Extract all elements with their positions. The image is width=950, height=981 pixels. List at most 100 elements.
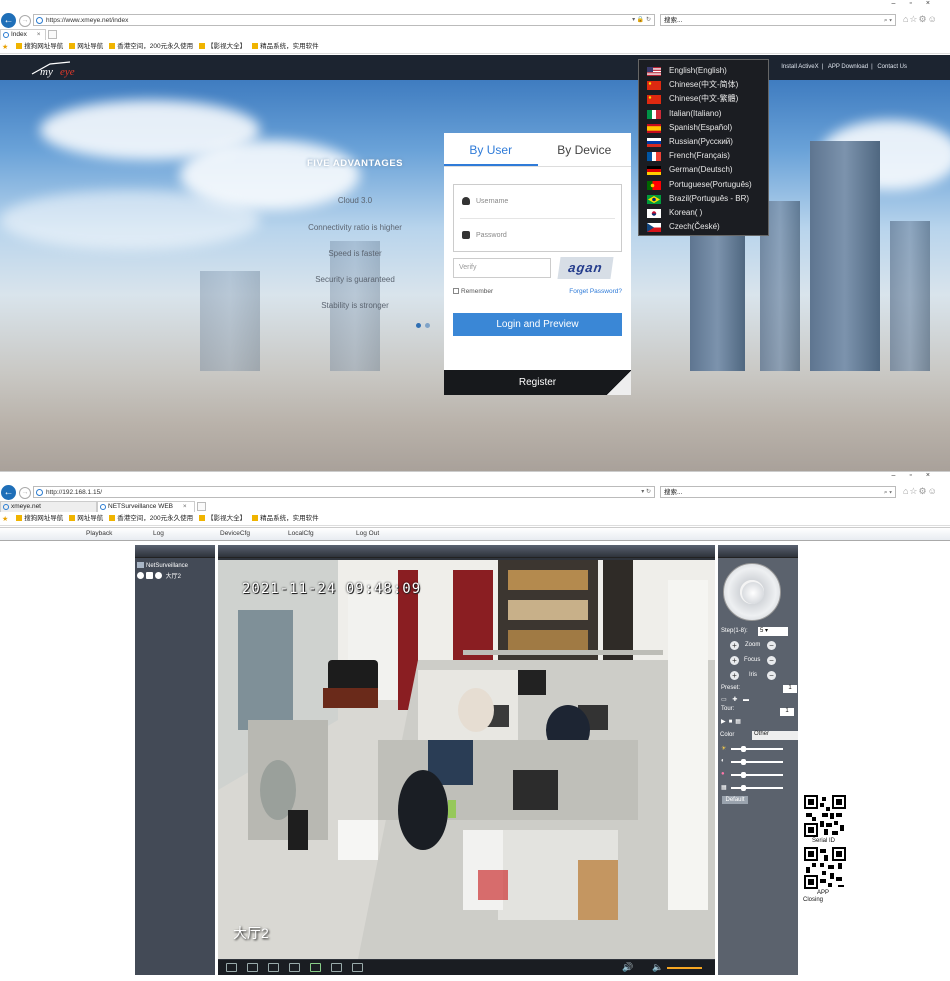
play-icon[interactable] xyxy=(155,572,162,579)
password-field[interactable]: Password xyxy=(460,218,615,251)
url-input[interactable]: http://192.168.1.15/ ▾ ↻ xyxy=(33,486,655,498)
toolbar-icons[interactable]: ⌂☆⚙☺ xyxy=(903,14,938,25)
ptz-center-button[interactable] xyxy=(742,582,764,604)
favorites-star-icon[interactable] xyxy=(2,40,10,53)
snapshot-icon[interactable] xyxy=(310,963,321,972)
search-icon[interactable]: ⌕ ▾ xyxy=(884,487,892,498)
step-select[interactable]: 5 ▾ xyxy=(758,627,788,636)
volume-slider[interactable] xyxy=(667,967,702,969)
search-icon[interactable]: ⌕ ▾ xyxy=(884,15,892,26)
preset-controls[interactable]: ▭ ✚ ▬ xyxy=(721,696,796,703)
fullscreen-icon[interactable] xyxy=(226,963,237,972)
channel-node[interactable]: 大厅2 xyxy=(137,572,213,583)
language-option[interactable]: Spanish(Español) xyxy=(639,121,768,135)
focus-out-icon[interactable]: − xyxy=(767,656,776,665)
menu-playback[interactable]: Playback xyxy=(86,528,112,540)
forward-icon[interactable]: → xyxy=(19,486,31,499)
device-node[interactable]: NetSurveillance xyxy=(137,561,213,572)
bookmark-item[interactable]: 精品系统，实用软件 xyxy=(252,40,319,53)
bookmark-item[interactable]: 香港空间，200元永久使用 xyxy=(109,512,193,525)
speaker-icon[interactable]: 🔊 xyxy=(622,962,633,973)
closing-link[interactable]: Closing xyxy=(803,897,823,903)
stop-icon[interactable] xyxy=(146,572,153,579)
mute-icon[interactable]: 🔈 xyxy=(652,962,663,973)
language-option[interactable]: Italian(Italiano) xyxy=(639,107,768,121)
language-option[interactable]: Portuguese(Português) xyxy=(639,178,768,192)
tab-netsurveillance[interactable]: NETSurveillance WEB × xyxy=(97,501,195,512)
qr-corner-icon[interactable] xyxy=(607,371,631,395)
refresh-icon[interactable]: ▾ ↻ xyxy=(641,487,651,498)
close-icon[interactable]: × xyxy=(183,503,187,510)
record-icon[interactable] xyxy=(331,963,342,972)
language-option[interactable]: Korean( ) xyxy=(639,206,768,220)
menu-devicecfg[interactable]: DeviceCfg xyxy=(220,528,250,540)
remember-checkbox[interactable]: Remember xyxy=(453,288,493,295)
split-4-icon[interactable] xyxy=(268,963,279,972)
tab-other[interactable]: Other xyxy=(752,731,798,740)
back-icon[interactable]: ← xyxy=(1,13,16,28)
tab-index[interactable]: Index × xyxy=(0,29,46,40)
carousel-dots[interactable] xyxy=(416,323,434,330)
bookmark-item[interactable]: 【影视大全】 xyxy=(199,40,246,53)
preset-input[interactable]: 1 xyxy=(783,685,797,693)
bookmark-item[interactable]: 搜狗网址导航 xyxy=(16,512,63,525)
back-icon[interactable]: ← xyxy=(1,485,16,500)
live-video[interactable]: 2021-11-24 09:48:09 大厅2 xyxy=(218,560,715,959)
tour-controls[interactable]: ▶■▦ xyxy=(721,718,796,725)
language-option[interactable]: French(Français) xyxy=(639,149,768,163)
bookmark-item[interactable]: 精品系统，实用软件 xyxy=(252,512,319,525)
bookmark-item[interactable]: 香港空间，200元永久使用 xyxy=(109,40,193,53)
captcha-image[interactable]: agan xyxy=(557,257,614,279)
split-1-icon[interactable] xyxy=(247,963,258,972)
split-9-icon[interactable] xyxy=(289,963,300,972)
tab-by-device[interactable]: By Device xyxy=(538,133,632,166)
brightness-slider[interactable] xyxy=(731,746,783,752)
search-input[interactable]: 搜索... ⌕ ▾ xyxy=(660,14,896,26)
lock-refresh-icon[interactable]: ▾ 🔒 ↻ xyxy=(632,15,651,26)
menu-log[interactable]: Log xyxy=(153,528,164,540)
bookmark-item[interactable]: 【影视大全】 xyxy=(199,512,246,525)
username-field[interactable]: Username xyxy=(454,185,621,218)
tab-xmeye[interactable]: xmeye.net xyxy=(0,501,97,512)
language-option[interactable]: English(English) xyxy=(639,64,768,78)
forward-icon[interactable]: → xyxy=(19,14,31,27)
tour-input[interactable]: 1 xyxy=(780,708,794,716)
iris-open-icon[interactable]: + xyxy=(730,671,739,680)
forgot-password-link[interactable]: Forget Password? xyxy=(569,288,622,295)
language-option[interactable]: Chinese(中文-简体) xyxy=(639,78,768,92)
focus-in-icon[interactable]: + xyxy=(730,656,739,665)
tab-color[interactable]: Color xyxy=(720,732,734,738)
contact-us-link[interactable]: Contact Us xyxy=(877,64,907,70)
language-option[interactable]: Brazil(Português - BR) xyxy=(639,192,768,206)
favorites-star-icon[interactable] xyxy=(2,512,10,525)
bookmark-item[interactable]: 网址导航 xyxy=(69,40,103,53)
tab-by-user[interactable]: By User xyxy=(444,133,538,166)
contrast-slider[interactable] xyxy=(731,759,783,765)
hue-slider[interactable] xyxy=(731,785,783,791)
new-tab-button[interactable] xyxy=(197,502,206,511)
menu-localcfg[interactable]: LocalCfg xyxy=(288,528,314,540)
language-option[interactable]: Czech(České) xyxy=(639,220,768,234)
checkbox-icon[interactable] xyxy=(453,288,459,294)
toolbar-icons[interactable]: ⌂☆⚙☺ xyxy=(903,486,938,497)
verify-field[interactable]: Verify xyxy=(453,258,551,278)
search-input[interactable]: 搜索... ⌕ ▾ xyxy=(660,486,896,498)
login-button[interactable]: Login and Preview xyxy=(453,313,622,336)
install-activex-link[interactable]: Install ActiveX xyxy=(781,64,818,70)
default-button[interactable]: Default xyxy=(722,796,748,804)
bookmark-item[interactable]: 搜狗网址导航 xyxy=(16,40,63,53)
ptz-direction-pad[interactable] xyxy=(723,563,781,621)
new-tab-button[interactable] xyxy=(47,30,57,39)
register-button[interactable]: Register xyxy=(444,370,631,395)
app-download-link[interactable]: APP Download xyxy=(828,64,868,70)
window-controls[interactable]: –▫× xyxy=(892,0,944,7)
language-option[interactable]: German(Deutsch) xyxy=(639,163,768,177)
record-icon[interactable] xyxy=(137,572,144,579)
menu-logout[interactable]: Log Out xyxy=(356,528,379,540)
stop-all-icon[interactable] xyxy=(352,963,363,972)
saturation-slider[interactable] xyxy=(731,772,783,778)
window-controls[interactable]: –▫× xyxy=(892,472,944,479)
bookmark-item[interactable]: 网址导航 xyxy=(69,512,103,525)
zoom-out-icon[interactable]: − xyxy=(767,641,776,650)
language-option[interactable]: Chinese(中文-繁體) xyxy=(639,92,768,106)
